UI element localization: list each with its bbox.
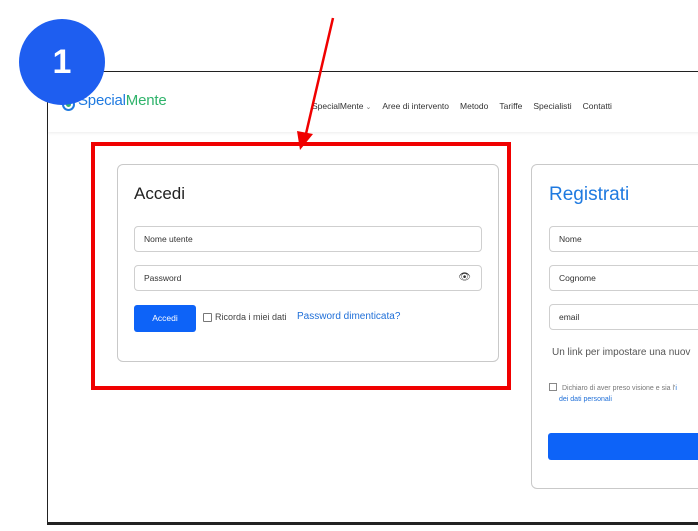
step-badge: 1 xyxy=(19,19,105,105)
red-arrow-icon xyxy=(297,17,335,150)
